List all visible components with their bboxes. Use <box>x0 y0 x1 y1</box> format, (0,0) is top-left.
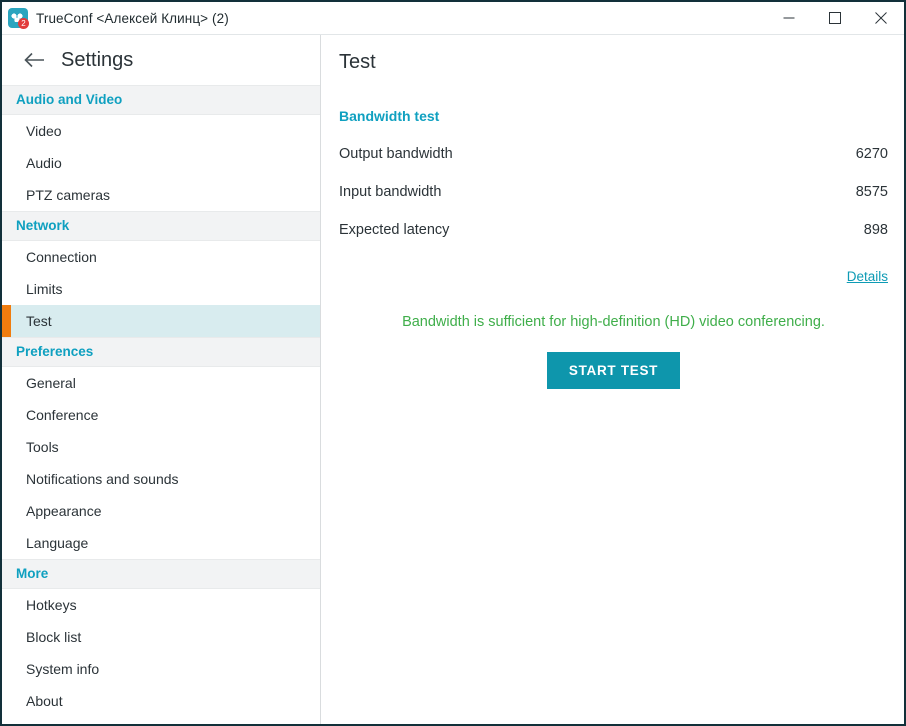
sidebar-item-conference[interactable]: Conference <box>2 399 320 431</box>
window-controls <box>766 2 904 34</box>
nav-section-preferences: Preferences <box>2 337 320 367</box>
sidebar-item-general[interactable]: General <box>2 367 320 399</box>
application-window: 2 TrueConf <Алексей Клинц> (2) Settings … <box>0 0 906 726</box>
maximize-button[interactable] <box>812 2 858 34</box>
metric-label-expected-latency: Expected latency <box>339 222 450 238</box>
start-test-button-row: START TEST <box>339 352 888 389</box>
sidebar-item-system-info[interactable]: System info <box>2 653 320 685</box>
sidebar-item-hotkeys[interactable]: Hotkeys <box>2 589 320 621</box>
minimize-icon <box>783 17 795 19</box>
settings-header: Settings <box>2 35 320 85</box>
metric-value-expected-latency: 898 <box>863 222 888 238</box>
metric-value-output-bandwidth: 6270 <box>855 146 888 162</box>
trueconf-app-icon: 2 <box>8 8 29 29</box>
settings-sidebar: Settings Audio and Video Video Audio PTZ… <box>2 35 321 724</box>
title-bar: 2 TrueConf <Алексей Клинц> (2) <box>2 2 904 35</box>
window-title: TrueConf <Алексей Клинц> (2) <box>36 10 229 26</box>
sidebar-item-test[interactable]: Test <box>2 305 320 337</box>
close-button[interactable] <box>858 2 904 34</box>
content-panel: Test Bandwidth test Output bandwidth 627… <box>321 35 904 724</box>
nav-section-network: Network <box>2 211 320 241</box>
bandwidth-test-section-label: Bandwidth test <box>339 108 440 124</box>
sidebar-item-tools[interactable]: Tools <box>2 431 320 463</box>
sidebar-item-block-list[interactable]: Block list <box>2 621 320 653</box>
metric-label-output-bandwidth: Output bandwidth <box>339 146 453 162</box>
metric-row-expected-latency: Expected latency 898 <box>339 222 888 238</box>
sidebar-item-notifications-and-sounds[interactable]: Notifications and sounds <box>2 463 320 495</box>
page-title: Test <box>339 51 376 73</box>
sidebar-item-video[interactable]: Video <box>2 115 320 147</box>
minimize-button[interactable] <box>766 2 812 34</box>
sidebar-item-limits[interactable]: Limits <box>2 273 320 305</box>
nav-section-audio-and-video: Audio and Video <box>2 85 320 115</box>
back-arrow-icon <box>24 52 44 68</box>
metric-label-input-bandwidth: Input bandwidth <box>339 184 442 200</box>
details-link[interactable]: Details <box>847 269 888 284</box>
sidebar-item-audio[interactable]: Audio <box>2 147 320 179</box>
details-row: Details <box>339 269 888 284</box>
back-arrow-button[interactable] <box>22 47 48 73</box>
maximize-icon <box>829 12 841 24</box>
bandwidth-status-message: Bandwidth is sufficient for high-definit… <box>402 314 825 330</box>
sidebar-item-appearance[interactable]: Appearance <box>2 495 320 527</box>
metric-value-input-bandwidth: 8575 <box>855 184 888 200</box>
sidebar-item-connection[interactable]: Connection <box>2 241 320 273</box>
settings-nav-list: Audio and Video Video Audio PTZ cameras … <box>2 85 320 724</box>
metric-row-input-bandwidth: Input bandwidth 8575 <box>339 184 888 200</box>
start-test-button[interactable]: START TEST <box>546 352 681 389</box>
sidebar-item-about[interactable]: About <box>2 685 320 717</box>
app-icon-badge: 2 <box>18 18 29 29</box>
window-body: Settings Audio and Video Video Audio PTZ… <box>2 35 904 724</box>
settings-title: Settings <box>61 48 134 71</box>
metric-row-output-bandwidth: Output bandwidth 6270 <box>339 146 888 162</box>
sidebar-item-language[interactable]: Language <box>2 527 320 559</box>
nav-section-more: More <box>2 559 320 589</box>
close-icon <box>875 12 887 24</box>
sidebar-item-ptz-cameras[interactable]: PTZ cameras <box>2 179 320 211</box>
